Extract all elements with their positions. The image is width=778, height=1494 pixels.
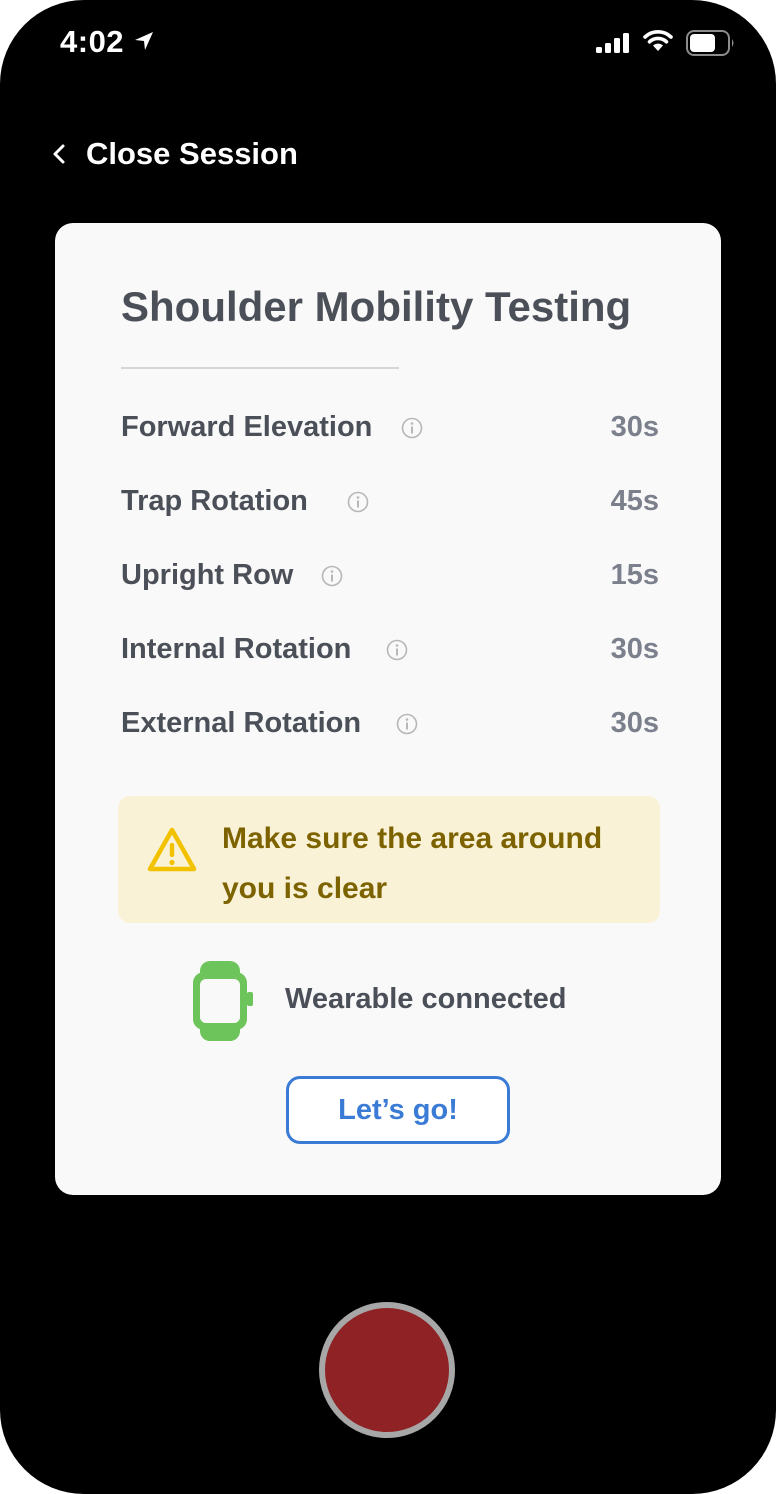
list-item: Trap Rotation 45s: [121, 477, 661, 551]
wifi-icon: [643, 30, 673, 51]
record-button[interactable]: [319, 1302, 455, 1438]
session-card: Shoulder Mobility Testing Forward Elevat…: [55, 223, 721, 1195]
smartwatch-icon: [193, 961, 253, 1041]
list-item: Upright Row 15s: [121, 551, 661, 625]
location-arrow-icon: [135, 32, 153, 50]
lets-go-button[interactable]: Let’s go!: [286, 1076, 510, 1144]
list-item: External Rotation 30s: [121, 699, 661, 773]
close-session-label: Close Session: [86, 136, 298, 171]
test-name: Trap Rotation: [121, 485, 308, 517]
info-icon[interactable]: [386, 639, 408, 661]
test-duration: 15s: [610, 559, 659, 591]
chevron-left-icon: [53, 144, 65, 164]
test-duration: 30s: [610, 707, 659, 739]
info-icon[interactable]: [347, 491, 369, 513]
close-session-button[interactable]: Close Session: [50, 132, 298, 176]
warning-banner: Make sure the area around you is clear: [118, 796, 660, 923]
info-icon[interactable]: [396, 713, 418, 735]
test-name: Forward Elevation: [121, 411, 373, 443]
test-duration: 30s: [610, 633, 659, 665]
test-duration: 45s: [610, 485, 659, 517]
cellular-signal-icon: [596, 33, 629, 53]
wearable-status: Wearable connected: [285, 983, 567, 1015]
test-name: Internal Rotation: [121, 633, 352, 665]
card-title: Shoulder Mobility Testing: [121, 283, 632, 330]
info-icon[interactable]: [321, 565, 343, 587]
list-item: Internal Rotation 30s: [121, 625, 661, 699]
test-list: Forward Elevation 30s Trap Rotation 45s: [121, 403, 661, 773]
warning-triangle-icon: [147, 827, 197, 872]
test-duration: 30s: [610, 411, 659, 443]
list-item: Forward Elevation 30s: [121, 403, 661, 477]
test-name: External Rotation: [121, 707, 362, 739]
info-icon[interactable]: [401, 417, 423, 439]
battery-icon: [686, 30, 734, 56]
warning-text: Make sure the area around you is clear: [222, 822, 603, 905]
status-time: 4:02: [60, 24, 125, 59]
test-name: Upright Row: [121, 559, 294, 591]
phone-screen: 4:02 Close Session Shoulder Mobility Tes…: [0, 0, 776, 1494]
title-divider: [121, 367, 399, 369]
